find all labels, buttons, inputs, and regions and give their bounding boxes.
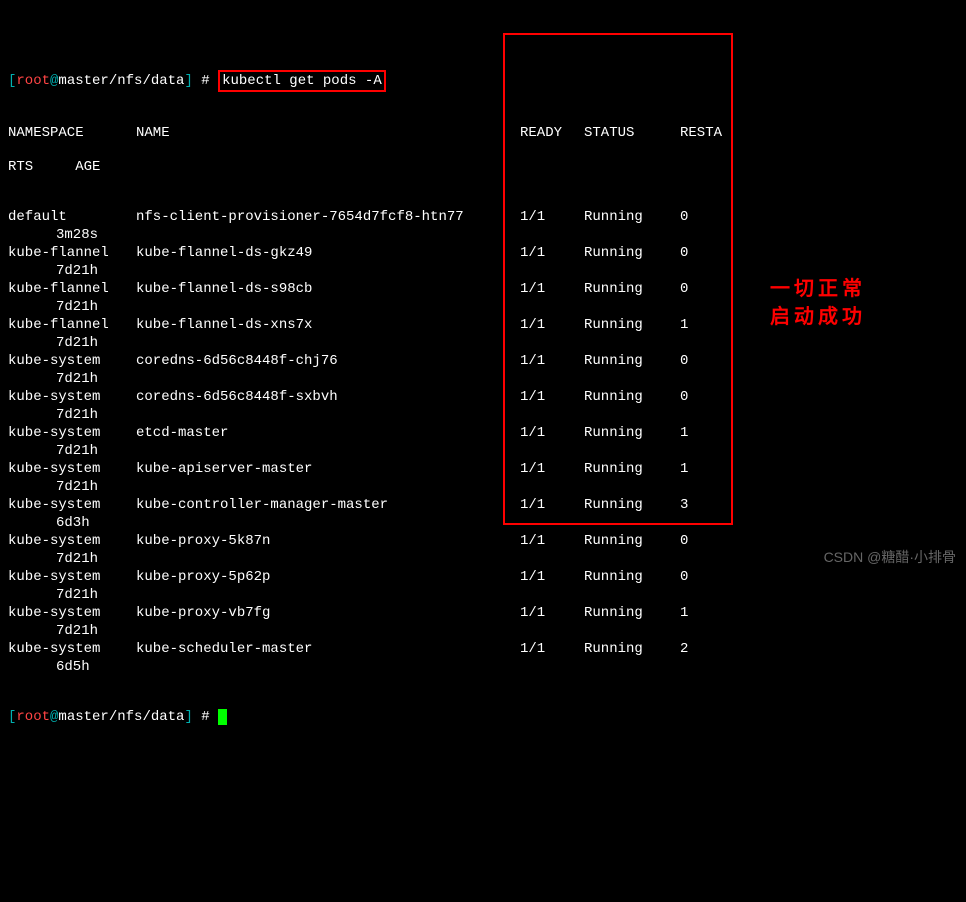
header-status: STATUS — [584, 124, 680, 142]
command-text: kubectl get pods -A — [222, 73, 382, 89]
table-row-age: 7d21h — [8, 370, 958, 388]
header-ready: READY — [520, 124, 584, 142]
table-row-age: 7d21h — [8, 478, 958, 496]
table-row: kube-systemetcd-master1/1Running1 — [8, 424, 958, 442]
header-restarts: RESTA — [680, 124, 722, 142]
header-age: AGE — [75, 159, 100, 175]
table-row-age: 7d21h — [8, 442, 958, 460]
prompt-host: master — [58, 73, 108, 89]
header-name: NAME — [136, 124, 520, 142]
table-row: kube-systemkube-proxy-5k87n1/1Running0 — [8, 532, 958, 550]
table-header-row-2: RTS AGE — [8, 158, 958, 176]
table-row: kube-systemcoredns-6d56c8448f-chj761/1Ru… — [8, 352, 958, 370]
table-row: kube-systemkube-proxy-5p62p1/1Running0 — [8, 568, 958, 586]
table-row: kube-systemkube-controller-manager-maste… — [8, 496, 958, 514]
table-row-age: 3m28s — [8, 226, 958, 244]
table-row-age: 6d3h — [8, 514, 958, 532]
terminal-cursor[interactable] — [218, 709, 227, 725]
annotation-line-1: 一切正常 — [770, 275, 866, 303]
table-row: kube-systemkube-apiserver-master1/1Runni… — [8, 460, 958, 478]
table-row-age: 7d21h — [8, 550, 958, 568]
table-row: kube-flannelkube-flannel-ds-gkz491/1Runn… — [8, 244, 958, 262]
command-highlight-box: kubectl get pods -A — [218, 70, 386, 92]
command-prompt-line: [root@master/nfs/data] # kubectl get pod… — [8, 70, 958, 92]
prompt-path: /nfs/data — [109, 73, 185, 89]
table-row: kube-systemkube-proxy-vb7fg1/1Running1 — [8, 604, 958, 622]
annotation-text: 一切正常 启动成功 — [770, 275, 866, 331]
table-row-age: 7d21h — [8, 334, 958, 352]
table-row: kube-systemcoredns-6d56c8448f-sxbvh1/1Ru… — [8, 388, 958, 406]
table-row-age: 7d21h — [8, 622, 958, 640]
header-namespace: NAMESPACE — [8, 124, 136, 142]
table-row-age: 7d21h — [8, 406, 958, 424]
table-row: kube-systemkube-scheduler-master1/1Runni… — [8, 640, 958, 658]
table-row-age: 7d21h — [8, 586, 958, 604]
table-header-row: NAMESPACENAMEREADYSTATUSRESTA — [8, 124, 958, 142]
annotation-line-2: 启动成功 — [770, 303, 866, 331]
table-row-age: 6d5h — [8, 658, 958, 676]
command-prompt-line-2[interactable]: [root@master/nfs/data] # — [8, 708, 958, 726]
table-row: defaultnfs-client-provisioner-7654d7fcf8… — [8, 208, 958, 226]
csdn-watermark: CSDN @糖醋·小排骨 — [824, 547, 956, 567]
header-rts: RTS — [8, 159, 33, 175]
prompt-user: root — [16, 73, 50, 89]
